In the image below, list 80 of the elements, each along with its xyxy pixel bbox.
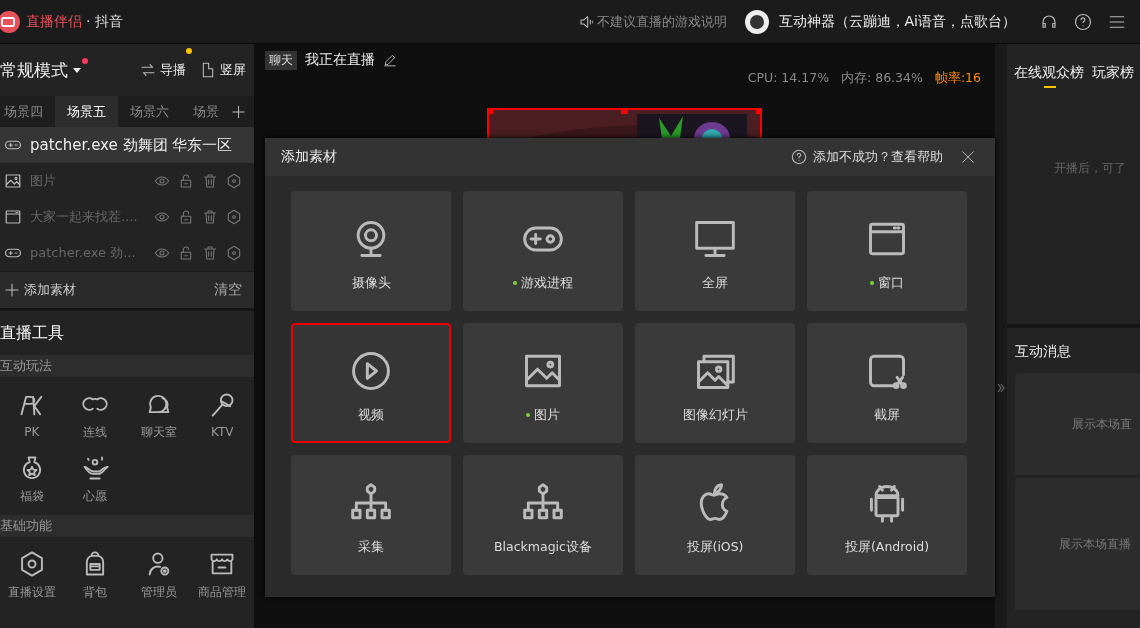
tool-button[interactable]: 福袋 [0, 447, 64, 511]
chevron-icon[interactable] [997, 382, 1005, 394]
scene-tab[interactable]: 场景 [181, 96, 231, 127]
notice-link[interactable]: 不建议直播的游戏说明 [596, 12, 727, 31]
app-logo [0, 10, 22, 33]
lock-icon[interactable] [178, 245, 194, 261]
window-icon [4, 208, 22, 226]
help-icon [791, 149, 807, 165]
source-type-tile[interactable]: 投屏(iOS) [635, 455, 795, 575]
category-tag: 聊天 [265, 50, 297, 70]
scene-tab[interactable]: 场景六 [118, 96, 181, 127]
trash-icon[interactable] [202, 245, 218, 261]
tool-button[interactable]: KTV [190, 383, 254, 447]
source-type-tile[interactable]: Blackmagic设备 [463, 455, 623, 575]
trash-icon[interactable] [202, 209, 218, 225]
portrait-icon[interactable] [200, 62, 216, 78]
source-type-tile[interactable]: 全屏 [635, 191, 795, 311]
app-name: 直播伴侣 [26, 12, 82, 31]
avatar [744, 9, 769, 34]
plus-icon[interactable] [4, 282, 20, 298]
tool-button[interactable]: 背包 [63, 543, 127, 607]
section-title: 互动消息 [1014, 342, 1072, 361]
source-type-tile[interactable]: 游戏进程 [463, 191, 623, 311]
message-card: 展示本场直 [1015, 373, 1140, 475]
frame-rate: 帧率:16 [934, 70, 981, 87]
mode-dropdown[interactable]: 常规模式 [0, 58, 82, 82]
headset-icon[interactable] [1040, 12, 1058, 31]
lock-icon[interactable] [178, 173, 194, 189]
message-card: 展示本场直播 [1015, 478, 1140, 610]
tool-button[interactable]: 心愿 [63, 447, 127, 511]
swap-icon[interactable] [140, 62, 156, 78]
tool-button[interactable]: 直播设置 [0, 543, 64, 607]
tool-button[interactable]: 连线 [63, 383, 127, 447]
eye-icon[interactable] [154, 209, 170, 225]
image-icon [4, 172, 22, 190]
source-type-tile[interactable]: 投屏(Android) [807, 455, 967, 575]
section-header: 基础功能 [0, 515, 254, 537]
portrait-button[interactable]: 竖屏 [200, 61, 246, 79]
section-header: 互动玩法 [0, 355, 254, 377]
clear-link[interactable]: 清空 [214, 281, 242, 299]
ranking-tab[interactable]: 在线观众榜 [1014, 64, 1084, 88]
interactive-tools-link[interactable]: 互动神器（云蹦迪，Ai语音，点歌台） [778, 12, 1016, 31]
source-type-tile[interactable]: 图片 [463, 323, 623, 443]
add-source-button[interactable]: 添加素材 [4, 281, 214, 299]
speaker-icon [578, 13, 595, 30]
memory-usage: 内存: 86.34% [841, 70, 923, 87]
caret-icon[interactable] [72, 66, 82, 74]
help-link[interactable]: 添加不成功？查看帮助 [813, 148, 943, 166]
scene-tab[interactable]: 场景五 [55, 96, 118, 127]
tool-button[interactable]: PK [0, 383, 64, 447]
platform-name: · 抖音 [86, 12, 123, 31]
settings-icon[interactable] [226, 209, 242, 225]
eye-icon[interactable] [154, 245, 170, 261]
trash-icon[interactable] [202, 173, 218, 189]
source-type-tile[interactable]: 视频 [291, 323, 451, 443]
source-type-tile[interactable]: 截屏 [807, 323, 967, 443]
add-icon[interactable] [231, 103, 246, 120]
empty-hint: 开播后，可了 [1053, 160, 1127, 177]
tool-button[interactable]: 商品管理 [190, 543, 254, 607]
tool-button[interactable]: 聊天室 [127, 383, 191, 447]
tool-button[interactable]: 管理员 [127, 543, 191, 607]
dialog-title: 添加素材 [281, 148, 338, 166]
settings-icon[interactable] [226, 173, 242, 189]
pencil-icon[interactable] [383, 53, 397, 67]
ranking-tab[interactable]: 玩家榜 [1092, 64, 1134, 88]
scene-tab[interactable]: 场景四 [0, 96, 55, 127]
section-title: 直播工具 [0, 322, 65, 344]
stream-title: 我正在直播 [305, 51, 375, 69]
eye-icon[interactable] [154, 173, 170, 189]
source-type-tile[interactable]: 窗口 [807, 191, 967, 311]
lock-icon[interactable] [178, 209, 194, 225]
source-item[interactable]: patcher.exe 劲舞团 华东一区 [0, 127, 254, 163]
source-type-tile[interactable]: 图像幻灯片 [635, 323, 795, 443]
source-type-tile[interactable]: 采集 [291, 455, 451, 575]
director-button[interactable]: 导播 [140, 61, 186, 79]
cpu-usage: CPU: 14.17% [747, 70, 829, 87]
source-type-tile[interactable]: 摄像头 [291, 191, 451, 311]
settings-icon[interactable] [226, 245, 242, 261]
close-icon[interactable] [961, 150, 975, 164]
help-icon[interactable] [1074, 12, 1092, 31]
